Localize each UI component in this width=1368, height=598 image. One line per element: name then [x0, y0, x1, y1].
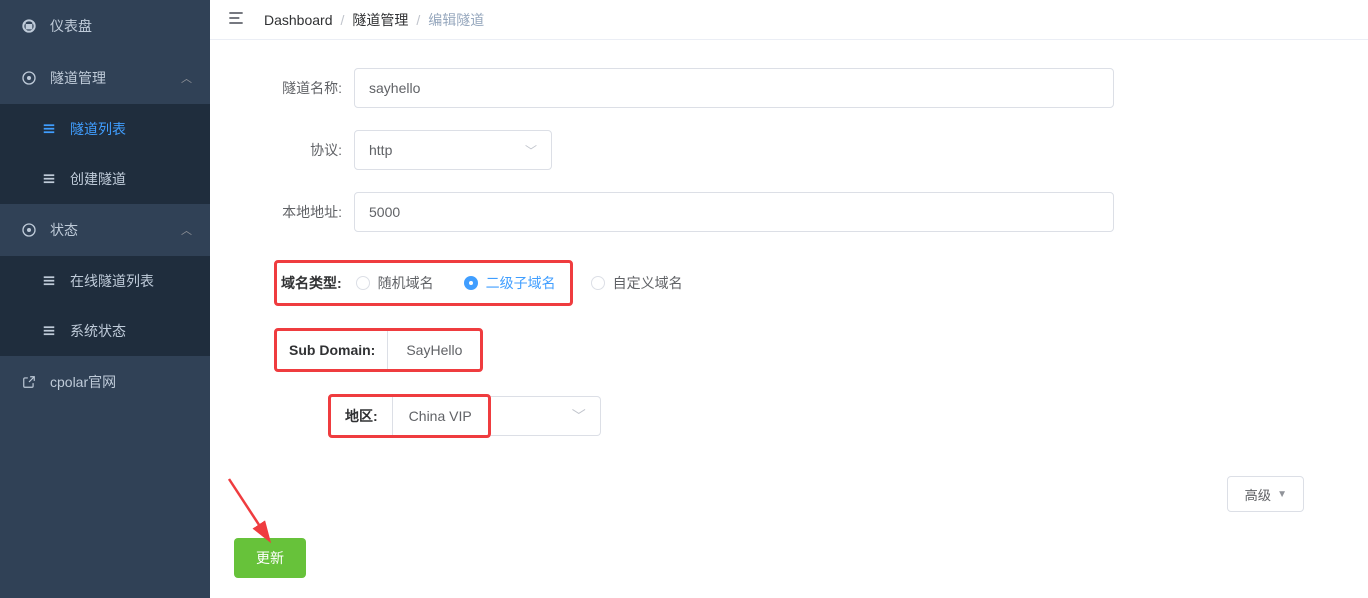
radio-label: 自定义域名: [613, 273, 683, 293]
local-addr-label: 本地地址:: [234, 202, 354, 222]
local-addr-input[interactable]: [354, 192, 1114, 232]
sidebar-item-cpolar-site[interactable]: cpolar官网: [0, 356, 210, 408]
sidebar-item-status[interactable]: 状态 ︿: [0, 204, 210, 256]
breadcrumb-item[interactable]: 隧道管理: [352, 10, 408, 30]
chevron-up-icon: ︿: [181, 222, 192, 238]
sidebar-item-system-status[interactable]: 系统状态: [0, 306, 210, 356]
breadcrumb-item[interactable]: Dashboard: [264, 12, 333, 28]
sidebar-item-dashboard[interactable]: 仪表盘: [0, 0, 210, 52]
main-area: Dashboard / 隧道管理 / 编辑隧道 隧道名称: 协议: http ﹀: [210, 0, 1368, 598]
topbar: Dashboard / 隧道管理 / 编辑隧道: [210, 0, 1368, 40]
row-sub-domain: Sub Domain: SayHello: [274, 328, 1344, 372]
status-icon: [20, 222, 38, 238]
list-icon: [40, 122, 58, 136]
sidebar-item-label: 系统状态: [70, 321, 126, 341]
advanced-button[interactable]: 高级 ▼: [1227, 476, 1304, 512]
region-select-ext[interactable]: ﹀: [491, 396, 601, 436]
row-tunnel-name: 隧道名称:: [234, 68, 1344, 108]
region-label: 地区:: [331, 397, 393, 435]
radio-label: 二级子域名: [486, 273, 556, 293]
sub-domain-highlight: Sub Domain: SayHello: [274, 328, 483, 372]
external-link-icon: [20, 375, 38, 389]
radio-subdomain[interactable]: 二级子域名: [464, 273, 556, 293]
row-protocol: 协议: http ﹀: [234, 130, 1344, 170]
form: 隧道名称: 协议: http ﹀ 本地地址: 域名类型:: [210, 40, 1368, 598]
sub-domain-value[interactable]: SayHello: [388, 331, 480, 369]
sidebar: 仪表盘 隧道管理 ︿ 隧道列表 创建隧道 状态 ︿: [0, 0, 210, 598]
tunnel-name-input[interactable]: [354, 68, 1114, 108]
radio-circle-icon: [591, 276, 605, 290]
sidebar-item-create-tunnel[interactable]: 创建隧道: [0, 154, 210, 204]
advanced-label: 高级: [1244, 485, 1271, 504]
region-highlight: 地区: China VIP: [328, 394, 491, 438]
chevron-down-icon: ﹀: [572, 406, 586, 426]
row-region: 地区: China VIP ﹀: [328, 394, 1344, 438]
row-local-addr: 本地地址:: [234, 192, 1344, 232]
breadcrumb-current: 编辑隧道: [428, 10, 484, 30]
caret-down-icon: ▼: [1277, 489, 1287, 500]
protocol-select[interactable]: http ﹀: [354, 130, 552, 170]
sidebar-item-tunnel-list[interactable]: 隧道列表: [0, 104, 210, 154]
chevron-up-icon: ︿: [181, 70, 192, 86]
list-icon: [40, 274, 58, 288]
sidebar-item-tunnel-mgmt[interactable]: 隧道管理 ︿: [0, 52, 210, 104]
radio-random-domain[interactable]: 随机域名: [356, 273, 434, 293]
sidebar-item-label: 在线隧道列表: [70, 271, 154, 291]
breadcrumb: Dashboard / 隧道管理 / 编辑隧道: [264, 10, 484, 30]
sidebar-item-label: 仪表盘: [50, 16, 92, 36]
breadcrumb-sep: /: [341, 12, 345, 28]
radio-custom-domain[interactable]: 自定义域名: [591, 273, 683, 293]
sidebar-item-online-tunnels[interactable]: 在线隧道列表: [0, 256, 210, 306]
hamburger-icon[interactable]: [226, 8, 246, 31]
row-domain-type: 域名类型: 随机域名 二级子域名 自定义域名: [274, 260, 1344, 306]
protocol-label: 协议:: [234, 140, 354, 160]
protocol-value: http: [369, 142, 392, 158]
tunnel-icon: [20, 70, 38, 86]
radio-circle-icon: [356, 276, 370, 290]
sidebar-item-label: cpolar官网: [50, 372, 116, 392]
radio-circle-icon: [464, 276, 478, 290]
tunnel-name-label: 隧道名称:: [234, 78, 354, 98]
domain-type-highlight: 域名类型: 随机域名 二级子域名: [274, 260, 573, 306]
breadcrumb-sep: /: [416, 12, 420, 28]
sidebar-item-label: 隧道管理: [50, 68, 106, 88]
list-icon: [40, 172, 58, 186]
domain-type-label: 域名类型:: [277, 273, 356, 293]
chevron-down-icon: ﹀: [525, 142, 537, 159]
sidebar-item-label: 状态: [50, 220, 78, 240]
row-update: 更新: [234, 538, 1344, 578]
list-icon: [40, 324, 58, 338]
dashboard-icon: [20, 18, 38, 34]
update-button[interactable]: 更新: [234, 538, 306, 578]
domain-type-radios: 随机域名 二级子域名: [356, 273, 556, 293]
region-value[interactable]: China VIP: [393, 397, 488, 435]
radio-label: 随机域名: [378, 273, 434, 293]
sub-domain-label: Sub Domain:: [277, 331, 388, 369]
row-advanced: 高级 ▼: [234, 476, 1344, 512]
sidebar-item-label: 隧道列表: [70, 119, 126, 139]
sidebar-item-label: 创建隧道: [70, 169, 126, 189]
